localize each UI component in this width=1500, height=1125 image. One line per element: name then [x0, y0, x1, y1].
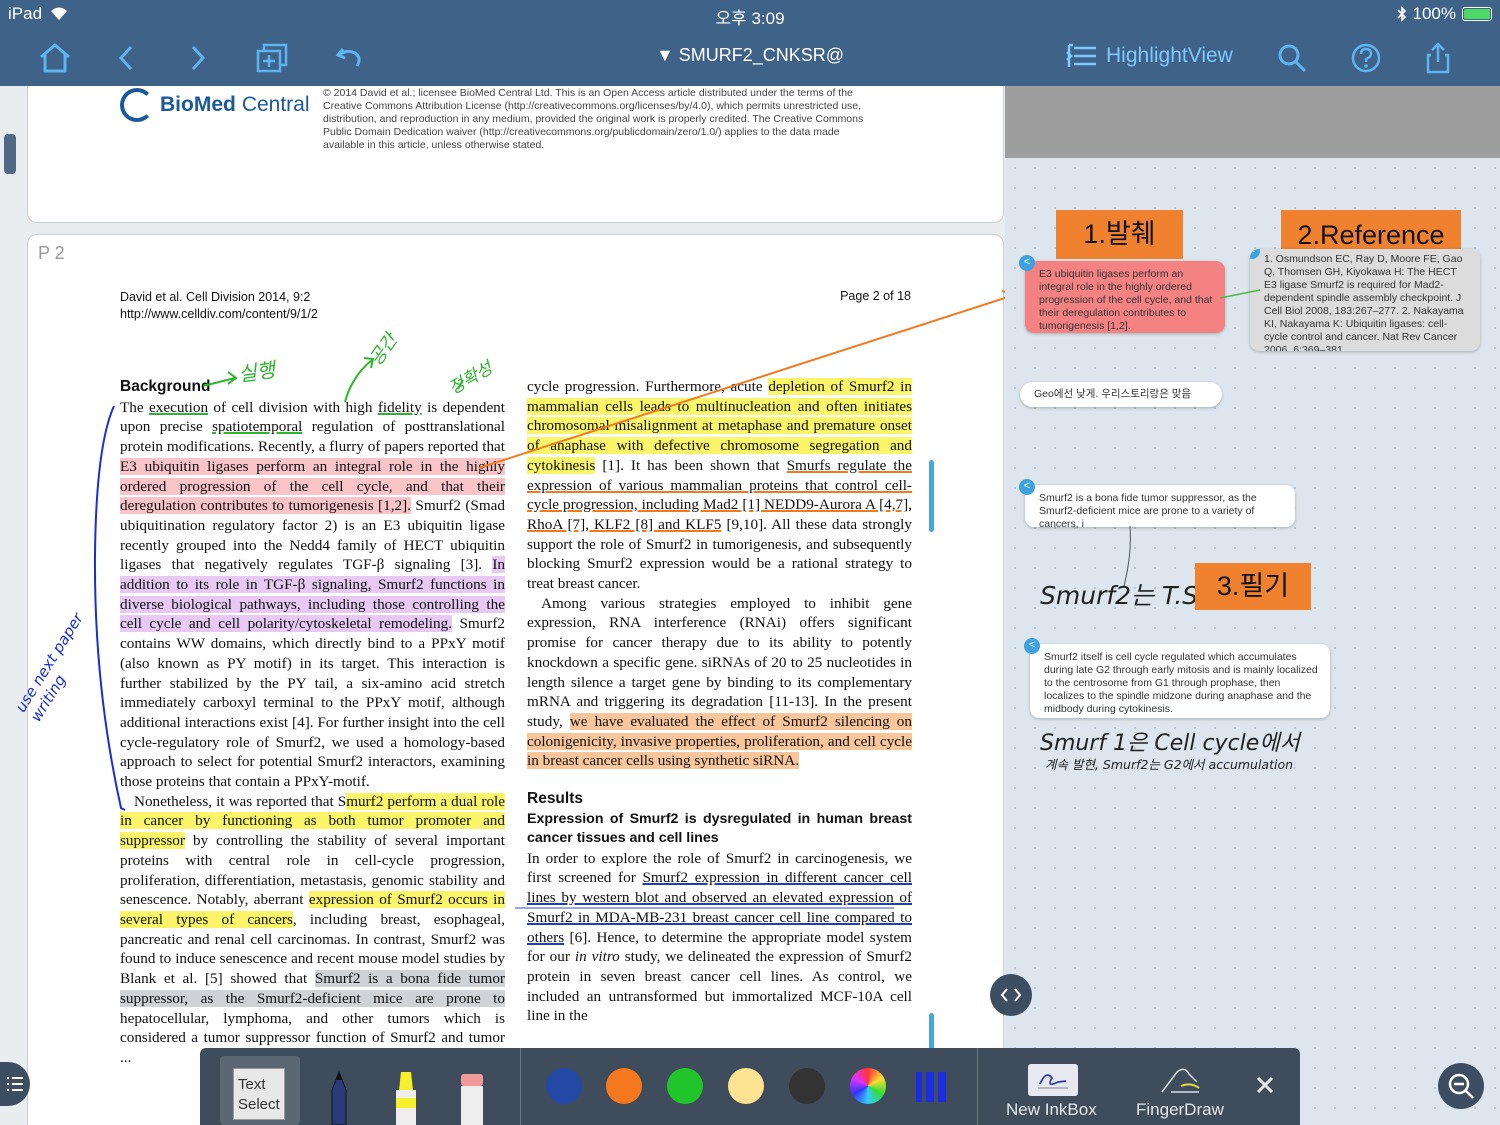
highlighter-tool[interactable] — [389, 1070, 423, 1125]
section-heading-results: Results — [527, 790, 583, 808]
status-bar: iPad 오후 3:09 100% — [0, 0, 1500, 28]
tag-label: 3.필기 — [1195, 563, 1311, 610]
highlight-orange: we have evaluated the effect of Smurf2 s… — [527, 712, 912, 770]
color-swatch-light-yellow[interactable] — [728, 1068, 764, 1104]
side-panel-handle[interactable] — [4, 134, 16, 174]
page-2: P 2 David et al. Cell Division 2014, 9:2… — [27, 234, 1004, 1125]
card-pin-icon[interactable]: < — [1019, 479, 1035, 495]
share-icon — [1426, 42, 1450, 74]
finger-draw-icon — [1161, 1068, 1200, 1093]
highlight-card[interactable]: < Smurf2 itself is cell cycle regulated … — [1024, 638, 1330, 718]
page-header-number: Page 2 of 18 — [840, 289, 911, 303]
page-header-citation: David et al. Cell Division 2014, 9:2 htt… — [120, 290, 318, 321]
tag-label: 1.발췌 — [1056, 210, 1183, 259]
document-title[interactable]: ▼ SMURF2_CNKSR@ — [560, 45, 940, 66]
home-button[interactable] — [35, 38, 75, 78]
finger-draw-button[interactable]: FingerDraw — [1136, 1100, 1224, 1120]
new-inkbox-button[interactable]: New InkBox — [1006, 1100, 1097, 1120]
ink-note: Smurf 1은 Cell cycle에서 — [1040, 731, 1300, 756]
paragraph: Among various strategies employed to inh… — [527, 594, 912, 770]
highlight-card[interactable]: < Smurf2 is a bona fide tumor suppressor… — [1019, 479, 1295, 530]
highlight-view-button[interactable]: HighlightView — [1066, 42, 1233, 70]
card-pin-icon[interactable]: < — [1019, 255, 1035, 271]
eraser-tool[interactable] — [455, 1070, 489, 1125]
link-connector — [1219, 289, 1261, 299]
ink-note: Smurf2는 T.S — [1040, 581, 1199, 610]
highlight-view-header-area — [1005, 86, 1500, 158]
color-swatch-blue[interactable] — [546, 1068, 582, 1104]
chevron-right-icon — [191, 45, 206, 71]
handwriting-note: 실행 — [236, 357, 277, 387]
paragraph: In order to explore the role of Smurf2 i… — [527, 849, 913, 1025]
back-button[interactable] — [106, 38, 146, 78]
card-pin-icon[interactable]: < — [1024, 638, 1040, 654]
panel-toggle-button[interactable] — [990, 974, 1032, 1016]
memo-card[interactable]: Geo에선 낮게. 우리스토리랑은 맞음 — [1020, 382, 1222, 407]
chevron-left-icon — [118, 45, 133, 71]
reference-card[interactable]: < 1. Osmundson EC, Ray D, Moore FE, Gao … — [1250, 249, 1480, 351]
share-button[interactable] — [1418, 38, 1458, 78]
search-button[interactable] — [1272, 38, 1312, 78]
copy-add-icon — [256, 43, 288, 73]
left-column[interactable]: Background The execution of cell divisio… — [120, 377, 505, 1068]
copyright-notice: © 2014 David et al.; licensee BioMed Cen… — [323, 87, 864, 151]
card-pin-icon[interactable]: < — [1250, 249, 1260, 259]
ink-note: 계속 발현, Smurf2는 G2에서 accumulation — [1045, 757, 1294, 772]
pen-tool[interactable] — [322, 1070, 356, 1125]
biomed-central-logo: BioMed Central — [120, 88, 310, 122]
inkbox-icon — [1028, 1064, 1078, 1096]
list-icon — [1066, 43, 1096, 67]
page-label: P 2 — [38, 243, 65, 263]
close-icon[interactable] — [1256, 1076, 1274, 1094]
search-icon — [1278, 44, 1307, 73]
forward-button[interactable] — [178, 38, 218, 78]
code-arrows-icon — [1000, 988, 1022, 1002]
color-swatch-black[interactable] — [789, 1068, 825, 1104]
top-toolbar: ▼ SMURF2_CNKSR@ HighlightView — [0, 28, 1500, 86]
bluetooth-icon — [1396, 6, 1406, 22]
highlight-view-panel[interactable]: 1.발췌 2.Reference < E3 ubiquitin ligases … — [1005, 158, 1500, 1125]
zoom-button[interactable] — [1438, 1063, 1484, 1109]
undo-icon — [335, 48, 361, 67]
home-icon — [40, 43, 70, 73]
clock: 오후 3:09 — [715, 9, 785, 28]
page-1: BioMed Central © 2014 David et al.; lice… — [27, 86, 1004, 223]
color-picker-rainbow[interactable] — [850, 1068, 886, 1104]
zoom-out-icon — [1448, 1073, 1474, 1099]
subsection-heading: Expression of Smurf2 is dysregulated in … — [527, 810, 912, 847]
right-column[interactable]: cycle progression. Furthermore, acute de… — [527, 377, 912, 1026]
battery-percent: 100% — [1412, 4, 1456, 23]
list-icon — [7, 1077, 23, 1091]
help-button[interactable] — [1346, 38, 1386, 78]
highlight-view-label: HighlightView — [1106, 44, 1233, 67]
text-select-icon: Text Select — [233, 1068, 285, 1120]
color-swatch-orange[interactable] — [606, 1068, 642, 1104]
paragraph: cycle progression. Furthermore, acute de… — [527, 378, 912, 593]
undo-button[interactable] — [330, 38, 370, 78]
highlight-marker — [929, 460, 934, 532]
paragraph: Nonetheless, it was reported that Smurf2… — [120, 792, 505, 1066]
help-icon — [1351, 43, 1381, 73]
document-viewer[interactable]: BioMed Central © 2014 David et al.; lice… — [0, 86, 1005, 1125]
color-swatch-green[interactable] — [667, 1068, 703, 1104]
highlight-card[interactable]: < E3 ubiquitin ligases perform an integr… — [1019, 255, 1225, 333]
stroke-width-icon[interactable] — [914, 1070, 948, 1104]
drawing-palette: Text Select New InkBox FingerDraw — [200, 1048, 1300, 1125]
battery-icon — [1462, 7, 1492, 21]
add-page-button[interactable] — [252, 38, 292, 78]
paragraph: The execution of cell division with high… — [120, 398, 506, 791]
